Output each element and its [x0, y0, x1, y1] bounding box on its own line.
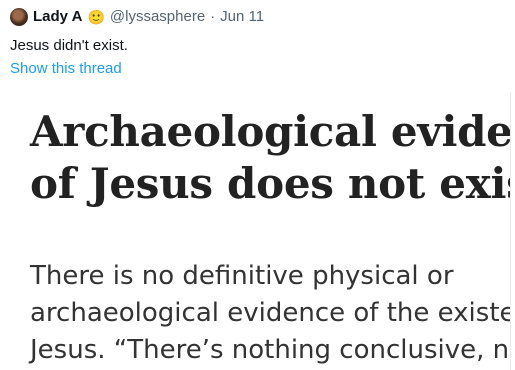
article-image[interactable]: Archaeological eviden of Jesus does not …: [0, 92, 511, 370]
display-name[interactable]: Lady A: [33, 8, 82, 26]
headline-line: Archaeological eviden: [30, 107, 511, 156]
headline-line: of Jesus does not exis: [30, 159, 511, 208]
tweet-text: Jesus didn't exist.: [10, 37, 128, 54]
body-line: Jesus. “There’s nothing conclusive, nc: [30, 335, 511, 365]
body-line: There is no definitive physical or: [30, 261, 454, 291]
body-line: archaeological evidence of the existe: [30, 298, 511, 328]
tweet-date[interactable]: Jun 11: [220, 8, 264, 26]
tweet-header: Lady A 🙂 @lyssasphere · Jun 11: [10, 8, 264, 26]
meta-separator: ·: [210, 8, 216, 25]
avatar[interactable]: [10, 8, 28, 26]
article-headline: Archaeological eviden of Jesus does not …: [30, 106, 511, 210]
user-handle[interactable]: @lyssasphere: [110, 8, 205, 26]
article-body: There is no definitive physical or archa…: [30, 258, 511, 369]
show-thread-link[interactable]: Show this thread: [10, 60, 122, 78]
name-emoji-icon: 🙂: [87, 9, 105, 25]
